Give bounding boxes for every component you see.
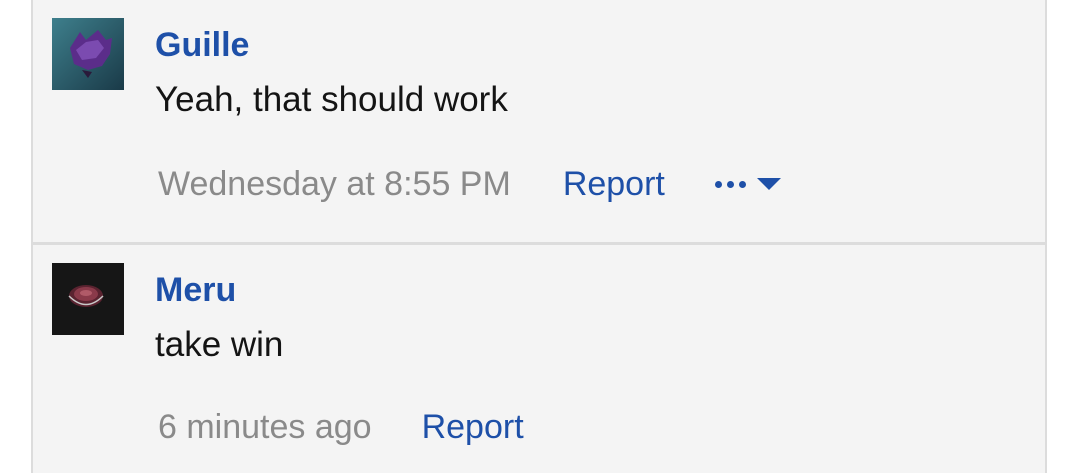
comment-item: Meru take win 6 minutes ago Report bbox=[33, 245, 1045, 473]
report-link[interactable]: Report bbox=[563, 167, 665, 201]
avatar-image bbox=[52, 263, 124, 335]
timestamp[interactable]: 6 minutes ago bbox=[158, 410, 372, 444]
comment-meta: Wednesday at 8:55 PM Report bbox=[158, 167, 781, 201]
avatar[interactable] bbox=[52, 263, 124, 335]
timestamp[interactable]: Wednesday at 8:55 PM bbox=[158, 167, 511, 201]
username-link[interactable]: Guille bbox=[155, 28, 249, 62]
comment-text: take win bbox=[155, 325, 284, 364]
comment-item: Guille Yeah, that should work Wednesday … bbox=[33, 0, 1045, 242]
report-link[interactable]: Report bbox=[422, 410, 524, 444]
more-options-button[interactable] bbox=[714, 178, 781, 190]
caret-down-icon bbox=[756, 178, 781, 190]
username-link[interactable]: Meru bbox=[155, 273, 236, 307]
ellipsis-icon bbox=[714, 180, 751, 188]
comment-thread: Guille Yeah, that should work Wednesday … bbox=[31, 0, 1047, 473]
avatar-image bbox=[52, 18, 124, 90]
avatar[interactable] bbox=[52, 18, 124, 90]
comment-text: Yeah, that should work bbox=[155, 80, 508, 119]
comment-meta: 6 minutes ago Report bbox=[158, 410, 524, 444]
